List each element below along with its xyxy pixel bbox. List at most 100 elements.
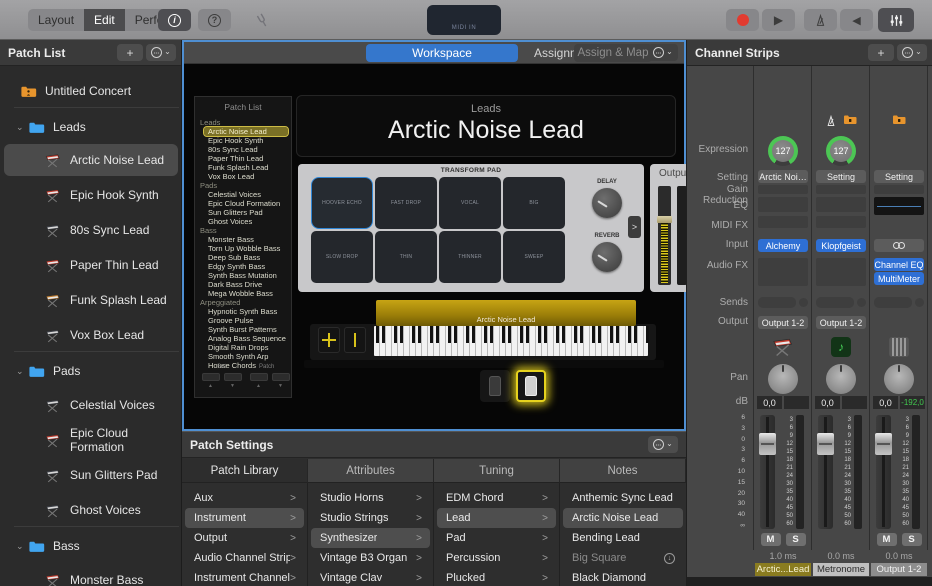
input-plugin-button[interactable]: Alchemy — [758, 239, 808, 252]
send-knob[interactable] — [857, 298, 866, 307]
mod-wheel[interactable] — [344, 327, 366, 353]
sidebar-item-patch[interactable]: Vox Box Lead — [0, 318, 182, 352]
sidebar-item-patch[interactable]: Paper Thin Lead — [0, 248, 182, 282]
mode-edit[interactable]: Edit — [84, 9, 125, 31]
midi-fx-slot[interactable] — [758, 216, 808, 228]
tab-tuning[interactable]: Tuning — [434, 459, 560, 483]
chevron-down-icon[interactable]: ⌄ — [16, 122, 28, 133]
library-row[interactable]: Studio Horns> — [311, 488, 430, 508]
transform-pad-button[interactable]: BIG — [503, 177, 565, 229]
onscreen-patch-item[interactable]: Smooth Synth Arp — [195, 352, 291, 361]
tab-workspace[interactable]: Workspace — [366, 44, 518, 62]
expression-knob[interactable]: 127 — [826, 136, 856, 166]
chevron-down-icon[interactable]: ⌄ — [16, 366, 28, 377]
keyboard-keys[interactable] — [374, 326, 648, 356]
onscreen-patch-item[interactable]: Epic Cloud Formation — [195, 199, 291, 208]
transform-pad-button[interactable]: HOOVER ECHO — [311, 177, 373, 229]
metronome-button[interactable] — [804, 9, 837, 31]
onscreen-patch-item[interactable]: Dark Bass Drive — [195, 280, 291, 289]
fader-handle[interactable] — [875, 433, 892, 455]
keyboard-layer-strip[interactable]: Arctic Noise Lead — [376, 300, 636, 326]
delay-knob[interactable] — [592, 188, 622, 218]
onscreen-patch-item[interactable]: Arctic Noise Lead — [204, 127, 288, 136]
output-button[interactable]: Output 1-2 — [816, 316, 866, 329]
onscreen-patch-item[interactable]: Edgy Synth Bass — [195, 262, 291, 271]
solo-button[interactable]: S — [902, 533, 922, 546]
sidebar-item-patch[interactable]: Epic Cloud Formation — [0, 423, 182, 457]
library-row[interactable]: Plucked> — [437, 568, 556, 586]
fader-handle[interactable] — [759, 433, 776, 455]
sends-slot[interactable] — [816, 297, 854, 308]
audio-fx-slot[interactable] — [816, 258, 866, 286]
onscreen-patch-item[interactable]: Celestial Voices — [195, 190, 291, 199]
library-row[interactable]: Vintage B3 Organ> — [311, 548, 430, 568]
onscreen-patch-item[interactable]: Sun Glitters Pad — [195, 208, 291, 217]
library-row-downloadable[interactable]: Big Square ↓ — [563, 548, 683, 568]
audio-fx-slot[interactable] — [758, 258, 808, 286]
setting-button[interactable]: Arctic Noi… — [758, 170, 808, 183]
library-row[interactable]: Studio Strings> — [311, 508, 430, 528]
add-channel-strip-button[interactable]: + — [868, 44, 894, 61]
library-row[interactable]: Black Diamond — [563, 568, 683, 586]
channel-strips-action-menu-button[interactable]: ••• ⌄ — [897, 44, 927, 61]
chevron-down-icon[interactable]: ⌄ — [16, 541, 28, 552]
tuner-button[interactable] — [246, 9, 279, 31]
setting-button[interactable]: Setting — [816, 170, 866, 183]
master-mute-button[interactable]: ◀ — [840, 9, 873, 31]
volume-fader[interactable] — [818, 415, 833, 529]
library-row[interactable]: EDM Chord> — [437, 488, 556, 508]
eq-slot[interactable] — [816, 197, 866, 212]
add-patch-button[interactable]: + — [117, 44, 143, 61]
strip-name[interactable]: Metronome — [813, 563, 869, 576]
sidebar-item-patch[interactable]: Ghost Voices — [0, 493, 182, 527]
pan-knob[interactable] — [768, 364, 798, 394]
workspace-action-menu-button[interactable]: ••• ⌄ — [648, 44, 678, 61]
midi-fx-slot[interactable] — [816, 216, 866, 228]
help-button[interactable]: ? — [198, 9, 231, 31]
onscreen-patch-item[interactable]: Monster Bass — [195, 235, 291, 244]
library-row[interactable]: Anthemic Sync Lead — [563, 488, 683, 508]
mute-button[interactable]: M — [877, 533, 897, 546]
library-row[interactable]: Lead> — [437, 508, 556, 528]
library-row[interactable]: Vintage Clav> — [311, 568, 430, 586]
strip-name[interactable]: Arctic...Lead — [755, 563, 811, 576]
onscreen-patch-item[interactable]: Paper Thin Lead — [195, 154, 291, 163]
sidebar-item-patch[interactable]: 80s Sync Lead — [0, 213, 182, 247]
mute-button[interactable]: M — [761, 533, 781, 546]
patch-list-action-menu-button[interactable]: ••• ⌄ — [146, 44, 176, 61]
onscreen-patch-list[interactable]: Patch List Leads Arctic Noise Lead Epic … — [194, 96, 292, 398]
onscreen-patch-item[interactable]: Mega Wobble Bass — [195, 289, 291, 298]
sidebar-folder-bass[interactable]: ⌄ Bass — [0, 529, 182, 563]
db-value[interactable]: 0,0 — [815, 396, 840, 409]
assign-and-map-button[interactable]: Assign & Map — [574, 44, 652, 62]
output-fader[interactable] — [658, 186, 671, 285]
onscreen-patch-item[interactable]: Hypnotic Synth Bass — [195, 307, 291, 316]
db-value[interactable]: 0,0 — [757, 396, 782, 409]
mode-layout[interactable]: Layout — [28, 9, 84, 31]
library-row[interactable]: Arctic Noise Lead — [563, 508, 683, 528]
onscreen-patch-item[interactable]: Synth Bass Mutation — [195, 271, 291, 280]
download-icon[interactable]: ↓ — [664, 553, 675, 564]
library-row[interactable]: Aux> — [185, 488, 304, 508]
output-button[interactable]: Output 1-2 — [758, 316, 808, 329]
reverb-knob[interactable] — [592, 242, 622, 272]
sustain-pedal-active[interactable] — [516, 370, 546, 402]
patch-up-button[interactable] — [272, 373, 290, 381]
expression-pedal[interactable] — [480, 370, 510, 402]
library-row[interactable]: Synthesizer> — [311, 528, 430, 548]
sidebar-item-patch[interactable]: Celestial Voices — [0, 388, 182, 422]
db-value[interactable]: 0,0 — [873, 396, 898, 409]
transform-pad-button[interactable]: VOCAL — [439, 177, 501, 229]
solo-button[interactable]: S — [786, 533, 806, 546]
input-plugin-button[interactable]: Klopfgeist — [816, 239, 866, 252]
volume-fader[interactable] — [876, 415, 891, 529]
info-button[interactable]: i — [158, 9, 191, 31]
library-row[interactable]: Instrument Channel…> — [185, 568, 304, 586]
input-format-button[interactable] — [874, 239, 924, 252]
fader-handle[interactable] — [817, 433, 834, 455]
onscreen-patch-item[interactable]: Synth Burst Patterns — [195, 325, 291, 334]
panel-expand-button[interactable]: > — [628, 216, 641, 238]
eq-slot[interactable] — [758, 197, 808, 212]
onscreen-patch-item[interactable]: Analog Bass Sequence — [195, 334, 291, 343]
sidebar-item-concert[interactable]: Untitled Concert — [0, 74, 182, 108]
